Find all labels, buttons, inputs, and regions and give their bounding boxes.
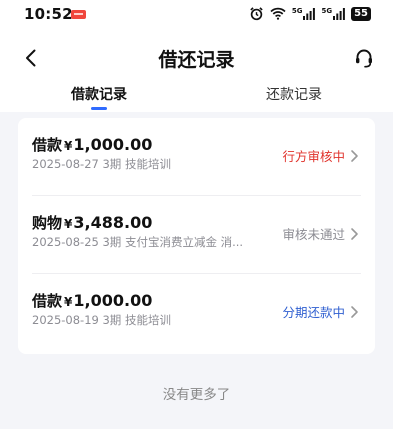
chevron-right-icon xyxy=(351,306,358,318)
currency-symbol: ¥ xyxy=(64,139,73,153)
back-icon[interactable] xyxy=(18,46,42,70)
record-title: 借款 ¥1,000.00 xyxy=(32,290,152,311)
record-status: 审核未通过 xyxy=(282,227,345,242)
record-type: 借款 xyxy=(32,292,63,310)
records-list: 借款 ¥1,000.00 2025-08-27 3期 技能培训 行方审核中 购物 ¥… xyxy=(18,118,375,354)
record-type: 购物 xyxy=(32,214,63,232)
tab-repayment-records[interactable]: 还款记录 xyxy=(214,84,374,112)
record-amount: 1,000.00 xyxy=(73,135,153,154)
tab-borrow-records-label: 借款记录 xyxy=(71,87,127,103)
record-status: 行方审核中 xyxy=(282,149,345,164)
chevron-right-icon xyxy=(351,228,358,240)
tab-borrow-records[interactable]: 借款记录 xyxy=(19,84,179,112)
record-amount: 1,000.00 xyxy=(73,291,153,310)
customer-service-icon[interactable] xyxy=(351,45,377,71)
record-title: 借款 ¥1,000.00 xyxy=(32,134,152,155)
record-status: 分期还款中 xyxy=(282,305,345,320)
currency-symbol: ¥ xyxy=(64,217,73,231)
wifi-icon xyxy=(270,7,286,20)
status-time: 10:52 xyxy=(24,5,73,23)
record-type: 借款 xyxy=(32,136,63,154)
alarm-icon xyxy=(250,7,263,21)
cell-signal-icon-2: 5G xyxy=(321,6,345,20)
record-title: 购物 ¥3,488.00 xyxy=(32,212,152,233)
chevron-right-icon xyxy=(351,150,358,162)
cell-signal-icon-1: 5G xyxy=(291,6,316,20)
page-title: 借还记录 xyxy=(158,49,235,71)
record-subtitle: 2025-08-27 3期 技能培训 xyxy=(32,157,171,171)
status-bar: 10:52 5G 5G 55 xyxy=(0,0,393,34)
record-subtitle: 2025-08-19 3期 技能培训 xyxy=(32,313,171,327)
active-tab-indicator xyxy=(91,107,107,110)
nav-bar: 借还记录 xyxy=(0,40,393,76)
tab-bar: 借款记录 还款记录 xyxy=(0,84,393,112)
no-more-text: 没有更多了 xyxy=(162,387,231,403)
record-subtitle: 2025-08-25 3期 支付宝消费立减金 消... xyxy=(32,235,244,249)
tab-repayment-records-label: 还款记录 xyxy=(266,87,322,103)
status-icons: 5G 5G 55 xyxy=(249,6,371,21)
battery-icon: 55 xyxy=(351,6,371,21)
notification-icon xyxy=(71,10,86,19)
record-amount: 3,488.00 xyxy=(73,213,153,232)
header-area: 10:52 5G 5G 55 借还记录 借款记录 还款记录 xyxy=(0,0,393,112)
record-item[interactable]: 购物 ¥3,488.00 2025-08-25 3期 支付宝消费立减金 消... … xyxy=(18,196,375,274)
record-item[interactable]: 借款 ¥1,000.00 2025-08-19 3期 技能培训 分期还款中 xyxy=(18,274,375,352)
currency-symbol: ¥ xyxy=(64,295,73,309)
signal-1-label: 5G xyxy=(291,6,303,15)
signal-2-label: 5G xyxy=(321,6,333,15)
record-item[interactable]: 借款 ¥1,000.00 2025-08-27 3期 技能培训 行方审核中 xyxy=(18,118,375,196)
